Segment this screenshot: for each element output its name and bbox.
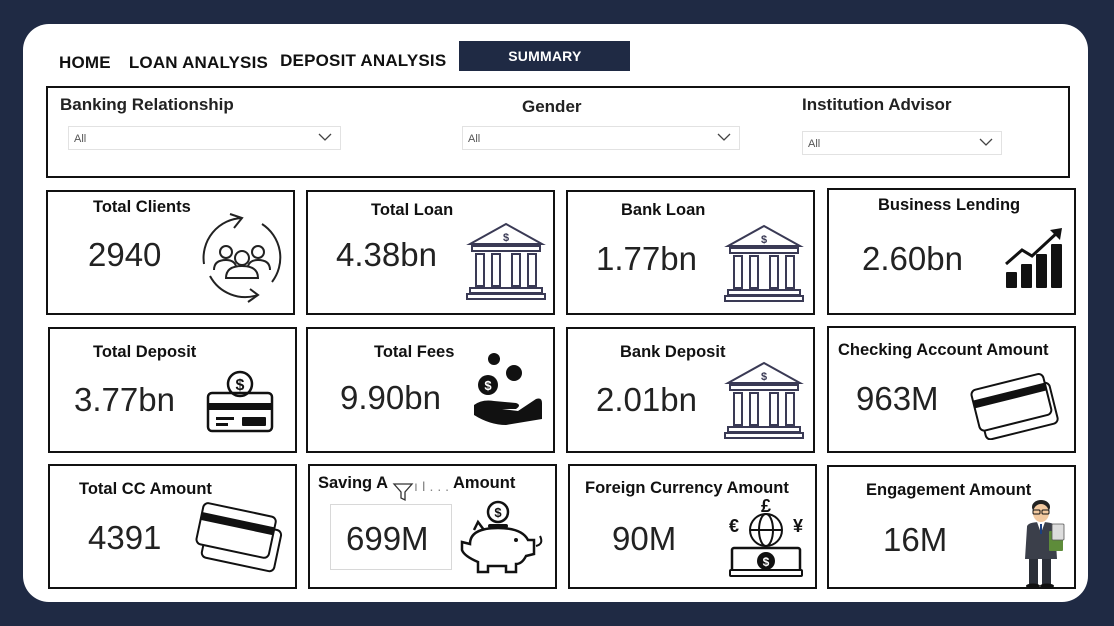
card-total-loan[interactable]: Total Loan 4.38bn $ xyxy=(306,190,555,315)
bank-icon: $ xyxy=(466,222,546,300)
card-title-right: Amount xyxy=(453,474,516,492)
card-title: Total Clients xyxy=(93,198,191,216)
card-value: 1.77bn xyxy=(596,240,697,277)
card-checking-account[interactable]: Checking Account Amount 963M xyxy=(827,326,1076,453)
card-total-fees[interactable]: Total Fees 9.90bn $ xyxy=(306,327,555,453)
gender-dropdown[interactable]: All xyxy=(462,126,740,150)
card-bank-deposit[interactable]: Bank Deposit 2.01bn $ xyxy=(566,327,815,453)
nav-home[interactable]: HOME xyxy=(59,53,111,73)
filter-icon[interactable] xyxy=(392,482,414,502)
nav-loan-analysis[interactable]: LOAN ANALYSIS xyxy=(129,53,268,73)
bank-icon: $ xyxy=(724,224,804,302)
card-value: 3.77bn xyxy=(74,381,175,418)
hand-coins-icon: $ xyxy=(474,353,542,425)
card-value: 2.01bn xyxy=(596,381,697,418)
card-title: Total CC Amount xyxy=(79,480,212,498)
card-value: 90M xyxy=(612,520,677,557)
card-bank-loan[interactable]: Bank Loan 1.77bn $ xyxy=(566,190,815,315)
nav-deposit-analysis[interactable]: DEPOSIT ANALYSIS xyxy=(280,51,446,71)
card-value: 2940 xyxy=(88,236,162,273)
card-value: 9.90bn xyxy=(340,379,441,416)
chevron-down-icon xyxy=(717,133,731,141)
card-title: Bank Deposit xyxy=(620,343,726,361)
card-dollar-icon: $ xyxy=(206,370,274,433)
card-value: 699M xyxy=(346,520,429,557)
institution-advisor-label: Institution Advisor xyxy=(802,95,952,114)
svg-text:$: $ xyxy=(484,378,492,393)
card-value: 4391 xyxy=(88,519,162,556)
chevron-down-icon xyxy=(318,133,332,141)
card-saving-account[interactable]: Saving A ı I . . . Amount 699M $ xyxy=(308,464,557,589)
banking-relationship-label: Banking Relationship xyxy=(60,95,234,114)
card-value: 963M xyxy=(856,380,939,417)
clients-cycle-icon xyxy=(202,213,282,303)
currency-exchange-icon: £ € ¥ $ xyxy=(729,496,803,577)
card-value: 16M xyxy=(883,521,948,558)
svg-text:$: $ xyxy=(761,234,767,246)
more-options-icon[interactable]: ı I . . . xyxy=(414,478,449,494)
card-value: 2.60bn xyxy=(862,240,963,277)
institution-advisor-value: All xyxy=(808,138,821,150)
card-total-clients[interactable]: Total Clients 2940 xyxy=(46,190,295,315)
svg-text:$: $ xyxy=(763,555,770,569)
growth-chart-icon xyxy=(1005,228,1062,288)
card-title: Engagement Amount xyxy=(866,481,1032,499)
card-title: Bank Loan xyxy=(621,201,706,219)
banking-relationship-dropdown[interactable]: All xyxy=(68,126,341,150)
dashboard-canvas: HOME LOAN ANALYSIS DEPOSIT ANALYSIS SUMM… xyxy=(23,24,1088,602)
svg-text:¥: ¥ xyxy=(793,516,803,536)
svg-text:$: $ xyxy=(503,232,509,244)
svg-text:$: $ xyxy=(761,371,767,383)
nav-summary[interactable]: SUMMARY xyxy=(459,41,631,71)
card-total-cc[interactable]: Total CC Amount 4391 xyxy=(48,464,297,589)
piggy-bank-icon: $ xyxy=(460,500,543,574)
svg-text:$: $ xyxy=(236,377,245,394)
card-title: Checking Account Amount xyxy=(838,341,1049,359)
card-total-deposit[interactable]: Total Deposit 3.77bn $ xyxy=(48,327,297,453)
card-title: Total Fees xyxy=(374,343,455,361)
gender-label: Gender xyxy=(522,97,582,116)
banking-relationship-value: All xyxy=(74,133,87,145)
card-business-lending[interactable]: Business Lending 2.60bn xyxy=(827,188,1076,315)
card-value: 4.38bn xyxy=(336,236,437,273)
card-engagement[interactable]: Engagement Amount 16M xyxy=(827,465,1076,589)
gender-value: All xyxy=(468,133,481,145)
filter-panel: Banking Relationship All Gender All Inst… xyxy=(46,86,1070,178)
card-foreign-currency[interactable]: Foreign Currency Amount 90M £ € ¥ $ xyxy=(568,464,817,589)
chevron-down-icon xyxy=(979,138,993,146)
businessman-icon xyxy=(1025,500,1065,587)
card-title: Business Lending xyxy=(878,196,1021,214)
institution-advisor-dropdown[interactable]: All xyxy=(802,131,1002,155)
bank-icon: $ xyxy=(724,361,804,439)
svg-text:€: € xyxy=(729,516,739,536)
svg-text:$: $ xyxy=(494,505,502,520)
credit-cards-icon xyxy=(195,502,283,573)
card-title: Total Deposit xyxy=(93,343,197,361)
credit-cards-icon xyxy=(970,373,1059,440)
card-title: Total Loan xyxy=(371,201,454,219)
card-title-left: Saving A xyxy=(318,474,388,492)
top-nav: HOME LOAN ANALYSIS DEPOSIT ANALYSIS SUMM… xyxy=(59,41,631,73)
